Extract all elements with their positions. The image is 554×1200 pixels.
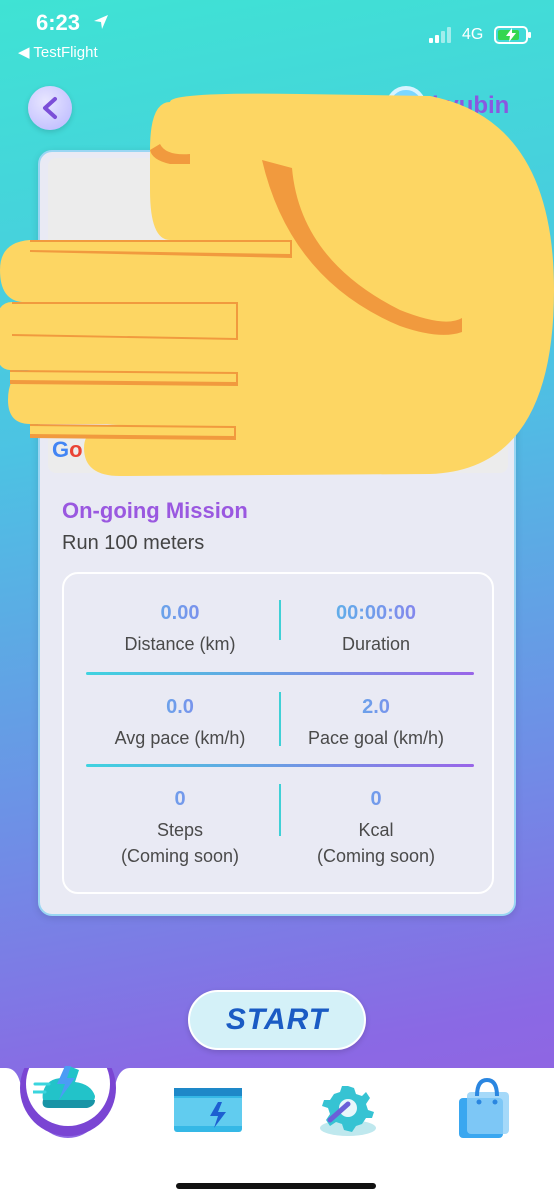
signal-icon	[429, 27, 455, 43]
pace-goal-label: Pace goal (km/h)	[307, 728, 445, 748]
back-to-app-link[interactable]: ◀ TestFlight	[18, 43, 98, 61]
home-indicator	[176, 1183, 376, 1189]
distance-label: Distance (km)	[124, 634, 236, 654]
raised-hand-emoji-overlay	[0, 93, 554, 476]
stats-panel: 0.00 Distance (km) 00:00:00 Duration 0.0…	[62, 572, 494, 894]
stat-duration: 00:00:00 Duration	[278, 602, 474, 657]
duration-label: Duration	[341, 634, 411, 654]
mission-description: Run 100 meters	[62, 532, 205, 554]
gear-wrench-icon	[320, 1086, 376, 1136]
distance-value: 0.00	[82, 602, 278, 625]
mission-title: On-going Mission	[62, 498, 248, 523]
duration-value: 00:00:00	[278, 602, 474, 625]
kcal-label: Kcal (Coming soon)	[316, 820, 436, 866]
steps-label: Steps (Coming soon)	[120, 820, 240, 866]
stat-kcal: 0 Kcal (Coming soon)	[278, 788, 474, 869]
stat-steps: 0 Steps (Coming soon)	[82, 788, 278, 869]
pace-goal-value: 2.0	[278, 696, 474, 719]
stat-avg-pace: 0.0 Avg pace (km/h)	[82, 696, 278, 751]
running-shoe-icon	[33, 1066, 95, 1108]
status-bar: 6:23 ◀ TestFlight 4G	[0, 0, 554, 70]
bottom-nav	[0, 1066, 554, 1200]
energy-card-icon	[174, 1088, 242, 1132]
avg-pace-value: 0.0	[82, 696, 278, 719]
battery-icon	[494, 26, 531, 44]
network-type: 4G	[462, 26, 484, 43]
nav-card[interactable]	[168, 1078, 248, 1142]
kcal-value: 0	[278, 788, 474, 811]
stat-distance: 0.00 Distance (km)	[82, 602, 278, 657]
divider	[86, 672, 474, 675]
start-button[interactable]: START	[188, 990, 366, 1050]
status-time: 6:23	[36, 10, 81, 35]
avg-pace-label: Avg pace (km/h)	[114, 728, 246, 748]
steps-value: 0	[82, 788, 278, 811]
location-arrow-icon	[94, 15, 108, 29]
divider	[86, 764, 474, 767]
shopping-bag-icon	[459, 1077, 509, 1138]
nav-run[interactable]	[30, 1048, 106, 1124]
nav-repair[interactable]	[308, 1078, 388, 1142]
stat-pace-goal: 2.0 Pace goal (km/h)	[278, 696, 474, 751]
nav-shop[interactable]	[448, 1074, 518, 1144]
